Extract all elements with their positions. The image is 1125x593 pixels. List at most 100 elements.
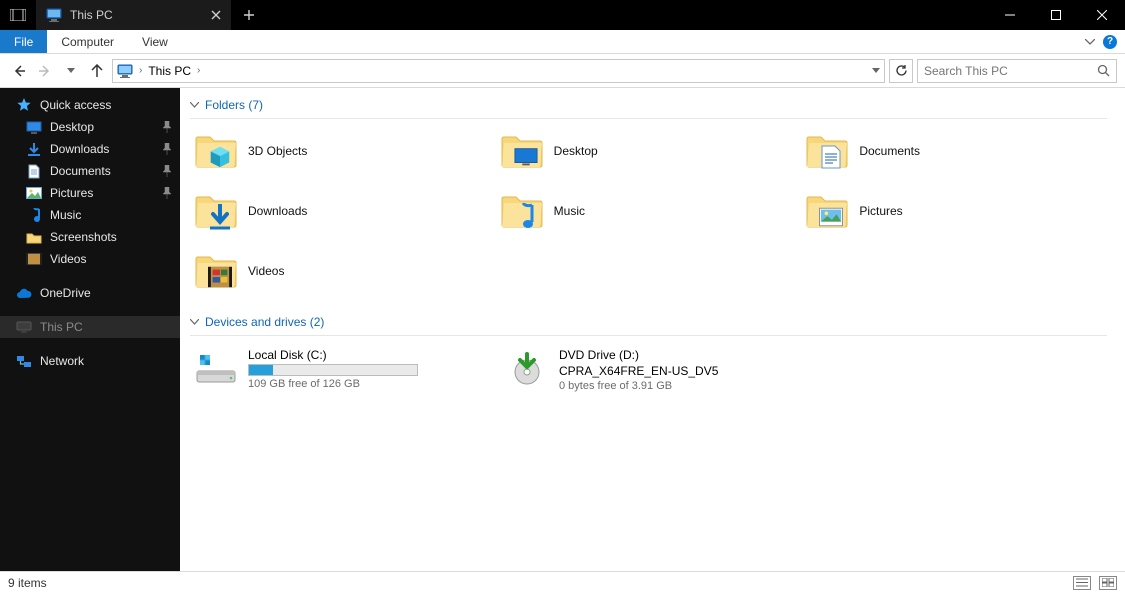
ribbon-tab-label: Computer — [61, 35, 114, 49]
3d-overlay-icon — [208, 145, 232, 169]
pictures-icon — [26, 185, 42, 201]
large-icons-view-icon — [1102, 578, 1114, 587]
group-header-drives[interactable]: Devices and drives (2) — [190, 313, 1107, 336]
sidebar-quick-access[interactable]: Quick access — [0, 94, 180, 116]
sidebar-network[interactable]: Network — [0, 350, 180, 372]
arrow-up-icon — [90, 64, 104, 78]
tab-close-button[interactable] — [211, 10, 221, 20]
folder-icon — [805, 131, 849, 171]
sidebar-item-label: Videos — [50, 252, 86, 266]
crumb-separator[interactable]: › — [139, 65, 142, 76]
folder-item-videos[interactable]: Videos — [190, 247, 496, 295]
view-details-button[interactable] — [1073, 576, 1091, 590]
folder-item-pictures[interactable]: Pictures — [801, 187, 1107, 235]
folder-item-music[interactable]: Music — [496, 187, 802, 235]
videos-overlay-icon — [208, 265, 232, 289]
address-bar[interactable]: › This PC › — [112, 59, 885, 83]
plus-icon — [243, 9, 255, 21]
pictures-overlay-icon — [819, 205, 843, 229]
ribbon-tab-label: View — [142, 35, 168, 49]
address-dropdown-button[interactable] — [872, 68, 880, 73]
help-button[interactable]: ? — [1103, 35, 1117, 49]
search-input[interactable] — [924, 64, 1091, 78]
sidebar-item-videos[interactable]: Videos — [0, 248, 180, 270]
drive-item-dvd-drive-d-[interactable]: DVD Drive (D:)CPRA_X64FRE_EN-US_DV50 byt… — [501, 344, 796, 396]
sidebar-item-downloads[interactable]: Downloads — [0, 138, 180, 160]
sidebar-item-pictures[interactable]: Pictures — [0, 182, 180, 204]
documents-icon — [26, 163, 42, 179]
titlebar-left: This PC — [0, 0, 267, 30]
folder-item-3d-objects[interactable]: 3D Objects — [190, 127, 496, 175]
chevron-down-icon — [67, 68, 75, 73]
sidebar-item-documents[interactable]: Documents — [0, 160, 180, 182]
folder-label: Documents — [859, 144, 920, 158]
dvd-icon — [505, 348, 549, 388]
spacer — [0, 270, 180, 282]
videos-icon — [26, 251, 42, 267]
arrow-left-icon — [12, 64, 26, 78]
close-window-button[interactable] — [1079, 0, 1125, 30]
group-header-folders[interactable]: Folders (7) — [190, 96, 1107, 119]
sidebar-item-music[interactable]: Music — [0, 204, 180, 226]
new-tab-button[interactable] — [231, 0, 267, 30]
sidebar-onedrive[interactable]: OneDrive — [0, 282, 180, 304]
spacer — [0, 338, 180, 350]
folder-label: Music — [554, 204, 585, 218]
folder-icon — [500, 191, 544, 231]
search-box[interactable] — [917, 59, 1117, 83]
desktop-icon — [26, 119, 42, 135]
up-button[interactable] — [86, 60, 108, 82]
taskview-icon — [10, 9, 26, 21]
folder-icon — [194, 251, 238, 291]
drive-name: DVD Drive (D:) — [559, 348, 729, 362]
network-icon — [16, 353, 32, 369]
folder-label: 3D Objects — [248, 144, 307, 158]
folder-icon — [500, 131, 544, 171]
folder-item-documents[interactable]: Documents — [801, 127, 1107, 175]
taskview-button[interactable] — [0, 0, 36, 30]
content-area[interactable]: Folders (7) 3D Objects Desktop Documents Do… — [180, 88, 1125, 571]
documents-overlay-icon — [819, 145, 843, 169]
address-crumb[interactable]: This PC — [148, 64, 191, 78]
ribbon-tab-view[interactable]: View — [128, 30, 182, 53]
forward-button[interactable] — [34, 60, 56, 82]
music-icon — [26, 207, 42, 223]
drive-item-local-disk-c-[interactable]: Local Disk (C:)109 GB free of 126 GB — [190, 344, 485, 396]
hdd-icon — [194, 348, 238, 388]
minimize-button[interactable] — [987, 0, 1033, 30]
folder-label: Pictures — [859, 204, 902, 218]
recent-locations-button[interactable] — [60, 60, 82, 82]
body: Quick access DesktopDownloadsDocumentsPi… — [0, 88, 1125, 571]
folder-icon — [194, 131, 238, 171]
drive-info: DVD Drive (D:)CPRA_X64FRE_EN-US_DV50 byt… — [559, 348, 729, 392]
folder-item-downloads[interactable]: Downloads — [190, 187, 496, 235]
address-row: › This PC › — [0, 54, 1125, 88]
sidebar-item-screenshots[interactable]: Screenshots — [0, 226, 180, 248]
folder-item-desktop[interactable]: Desktop — [496, 127, 802, 175]
pin-icon — [162, 165, 172, 177]
sidebar-this-pc[interactable]: This PC — [0, 316, 180, 338]
sidebar-label: This PC — [40, 320, 83, 334]
pin-icon — [162, 187, 172, 199]
pin-icon — [162, 143, 172, 155]
statusbar: 9 items — [0, 571, 1125, 593]
drive-free-space: 109 GB free of 126 GB — [248, 378, 418, 390]
drives-grid: Local Disk (C:)109 GB free of 126 GB DVD … — [190, 344, 1107, 396]
ribbon-file-label: File — [14, 35, 33, 49]
chevron-down-icon — [190, 102, 199, 108]
maximize-button[interactable] — [1033, 0, 1079, 30]
sidebar-item-desktop[interactable]: Desktop — [0, 116, 180, 138]
ribbon-file-tab[interactable]: File — [0, 30, 47, 53]
search-icon — [1097, 64, 1110, 77]
drive-volume-label: CPRA_X64FRE_EN-US_DV5 — [559, 364, 729, 378]
ribbon-expand-button[interactable] — [1085, 39, 1095, 45]
sidebar-label: Quick access — [40, 98, 111, 112]
refresh-button[interactable] — [889, 59, 913, 83]
ribbon: File Computer View ? — [0, 30, 1125, 54]
downloads-overlay-icon — [208, 205, 232, 229]
back-button[interactable] — [8, 60, 30, 82]
view-large-icons-button[interactable] — [1099, 576, 1117, 590]
crumb-separator[interactable]: › — [197, 65, 200, 76]
tab-active[interactable]: This PC — [36, 0, 231, 30]
ribbon-tab-computer[interactable]: Computer — [47, 30, 128, 53]
